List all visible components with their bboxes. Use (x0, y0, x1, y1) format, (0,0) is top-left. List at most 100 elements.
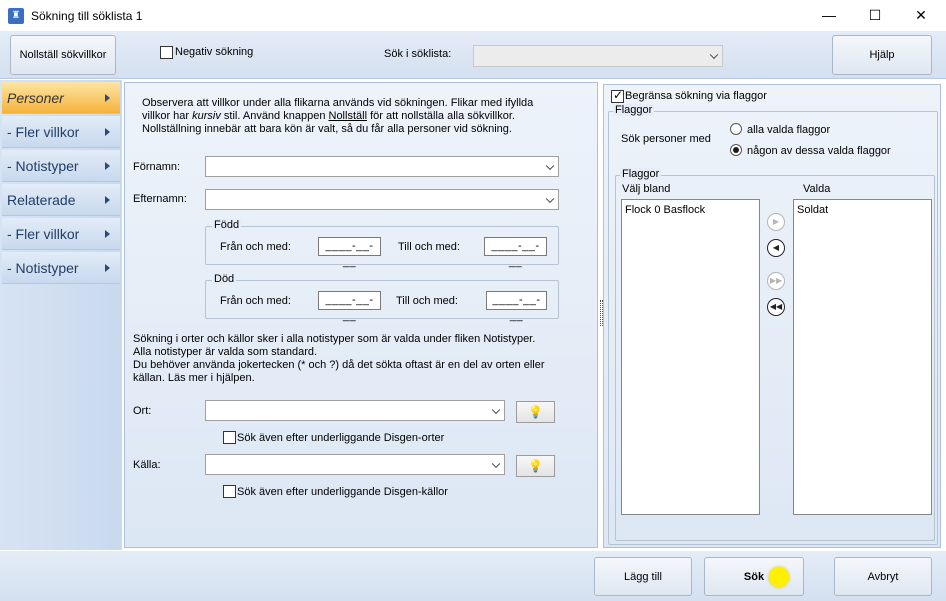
selected-label: Valda (803, 183, 831, 195)
born-to-label: Till och med: (398, 241, 460, 253)
info-line: Alla notistyper är valda som standard. (133, 346, 318, 358)
search-button[interactable]: Sök (704, 557, 804, 596)
arrow-right-icon (105, 264, 110, 272)
search-persons-label: Sök personer med (621, 133, 711, 145)
search-in-list-select[interactable] (473, 45, 723, 67)
radio-all-flags[interactable] (730, 123, 742, 135)
chevron-down-icon (545, 161, 555, 170)
death-to-date-input[interactable]: ____-__-__ (486, 291, 547, 322)
list-item[interactable]: Soldat (797, 204, 828, 216)
sidebar-item-relaterade[interactable]: Relaterade (2, 184, 120, 216)
sidebar-item-fler-villkor[interactable]: - Fler villkor (2, 116, 120, 148)
info-line: villkor har kursiv stil. Använd knappen … (142, 110, 592, 123)
info-fragment: stil. Använd knappen (220, 110, 329, 122)
info-text: Observera att villkor under alla flikarn… (142, 97, 592, 136)
info-line: källan. Läs mer i hjälpen. (133, 372, 255, 384)
cancel-button[interactable]: Avbryt (834, 557, 932, 596)
chevron-down-icon (709, 50, 719, 60)
help-button[interactable]: Hjälp (832, 35, 932, 75)
sidebar-item-label: - Notistyper (7, 259, 79, 276)
lastname-label: Efternamn: (133, 193, 187, 205)
toolbar: Nollställ sökvillkor Negativ sökning Sök… (0, 31, 946, 79)
radio-any-flags[interactable] (730, 144, 742, 156)
source-sub-checkbox[interactable] (223, 485, 236, 498)
place-label: Ort: (133, 405, 152, 417)
places-info-text: Sökning i orter och källor sker i alla n… (133, 333, 593, 385)
born-from-date-input[interactable]: ____-__-__ (318, 237, 381, 268)
born-group: Född Från och med: ____-__-__ Till och m… (205, 219, 559, 268)
info-underline: Nollställ (328, 110, 368, 122)
search-in-list-label: Sök i söklista: (384, 48, 452, 60)
minimize-button[interactable]: — (806, 0, 852, 31)
title-bar: ♜ Sökning till söklista 1 — ☐ ✕ (0, 0, 946, 31)
chevron-down-icon (545, 194, 555, 203)
add-button[interactable]: Lägg till (594, 557, 692, 596)
double-arrow-left-icon: ◀◀ (769, 302, 783, 311)
lightbulb-icon: 💡 (528, 405, 543, 419)
lightbulb-icon: 💡 (528, 459, 543, 473)
double-arrow-right-icon: ▶▶ (769, 276, 783, 285)
move-right-button[interactable]: ▶ (767, 213, 785, 231)
close-button[interactable]: ✕ (898, 0, 944, 31)
move-all-right-button[interactable]: ▶▶ (767, 272, 785, 290)
list-item[interactable]: Flock 0 Basflock (625, 204, 705, 216)
info-italic: kursiv (192, 110, 221, 122)
death-to-label: Till och med: (396, 295, 458, 307)
sidebar-item-label: Relaterade (7, 191, 76, 208)
info-fragment: för att nollställa alla sökvillkor. (367, 110, 515, 122)
sidebar-item-relaterade-fler-villkor[interactable]: - Fler villkor (2, 218, 120, 250)
sidebar-item-relaterade-notistyper[interactable]: - Notistyper (2, 252, 120, 284)
negative-search-label: Negativ sökning (175, 46, 254, 58)
arrow-right-icon (105, 196, 110, 204)
move-all-left-button[interactable]: ◀◀ (767, 298, 785, 316)
sidebar-item-notistyper[interactable]: - Notistyper (2, 150, 120, 182)
sidebar: Personer - Fler villkor - Notistyper Rel… (0, 80, 122, 550)
place-sub-label: Sök även efter underliggande Disgen-orte… (237, 432, 445, 444)
maximize-button[interactable]: ☐ (852, 0, 898, 31)
info-fragment: villkor har (142, 110, 193, 122)
sidebar-item-label: - Fler villkor (7, 123, 80, 140)
place-lightbulb-button[interactable]: 💡 (516, 401, 555, 423)
source-combo[interactable] (205, 454, 505, 475)
info-line: Du behöver använda jokertecken (* och ?)… (133, 359, 545, 371)
firstname-combo[interactable] (205, 156, 559, 177)
sidebar-item-label: - Fler villkor (7, 225, 80, 242)
source-lightbulb-button[interactable]: 💡 (516, 455, 555, 477)
available-flags-list[interactable]: Flock 0 Basflock (621, 199, 760, 515)
app-icon: ♜ (8, 8, 24, 24)
death-group: Död Från och med: ____-__-__ Till och me… (205, 273, 559, 322)
death-from-label: Från och med: (220, 295, 291, 307)
move-left-button[interactable]: ◀ (767, 239, 785, 257)
place-sub-checkbox[interactable] (223, 431, 236, 444)
born-from-label: Från och med: (220, 241, 291, 253)
cursor-highlight (769, 567, 789, 587)
flags-group: Flaggor Sök personer med alla valda flag… (608, 104, 938, 545)
selected-flags-list[interactable]: Soldat (793, 199, 932, 515)
bottom-bar: Lägg till Sök Avbryt (0, 551, 946, 601)
limit-by-flags-checkbox[interactable] (611, 88, 624, 103)
radio-any-flags-label: någon av dessa valda flaggor (747, 145, 891, 157)
flags-inner-group: Flaggor Välj bland Valda Flock 0 Basfloc… (615, 168, 935, 541)
source-label: Källa: (133, 459, 161, 471)
arrow-right-icon (105, 162, 110, 170)
sidebar-item-personer[interactable]: Personer (2, 82, 120, 114)
source-sub-label: Sök även efter underliggande Disgen-käll… (237, 486, 448, 498)
chevron-down-icon (491, 405, 501, 414)
chevron-down-icon (491, 459, 501, 468)
choose-from-label: Välj bland (622, 183, 671, 195)
place-combo[interactable] (205, 400, 505, 421)
negative-search-checkbox[interactable] (160, 46, 173, 59)
death-from-date-input[interactable]: ____-__-__ (318, 291, 381, 322)
radio-all-flags-label: alla valda flaggor (747, 124, 831, 136)
info-line: Nollställning innebär att bara kön är va… (142, 123, 512, 135)
arrow-right-icon (105, 94, 110, 102)
info-line: Observera att villkor under alla flikarn… (142, 97, 534, 109)
flags-group-title: Flaggor (613, 104, 655, 116)
arrow-left-icon: ◀ (772, 243, 780, 252)
arrow-right-icon: ▶ (772, 217, 780, 226)
lastname-combo[interactable] (205, 189, 559, 210)
born-to-date-input[interactable]: ____-__-__ (484, 237, 547, 268)
sidebar-item-label: Personer (7, 89, 64, 106)
reset-conditions-button[interactable]: Nollställ sökvillkor (10, 35, 116, 75)
born-group-title: Född (212, 219, 242, 231)
